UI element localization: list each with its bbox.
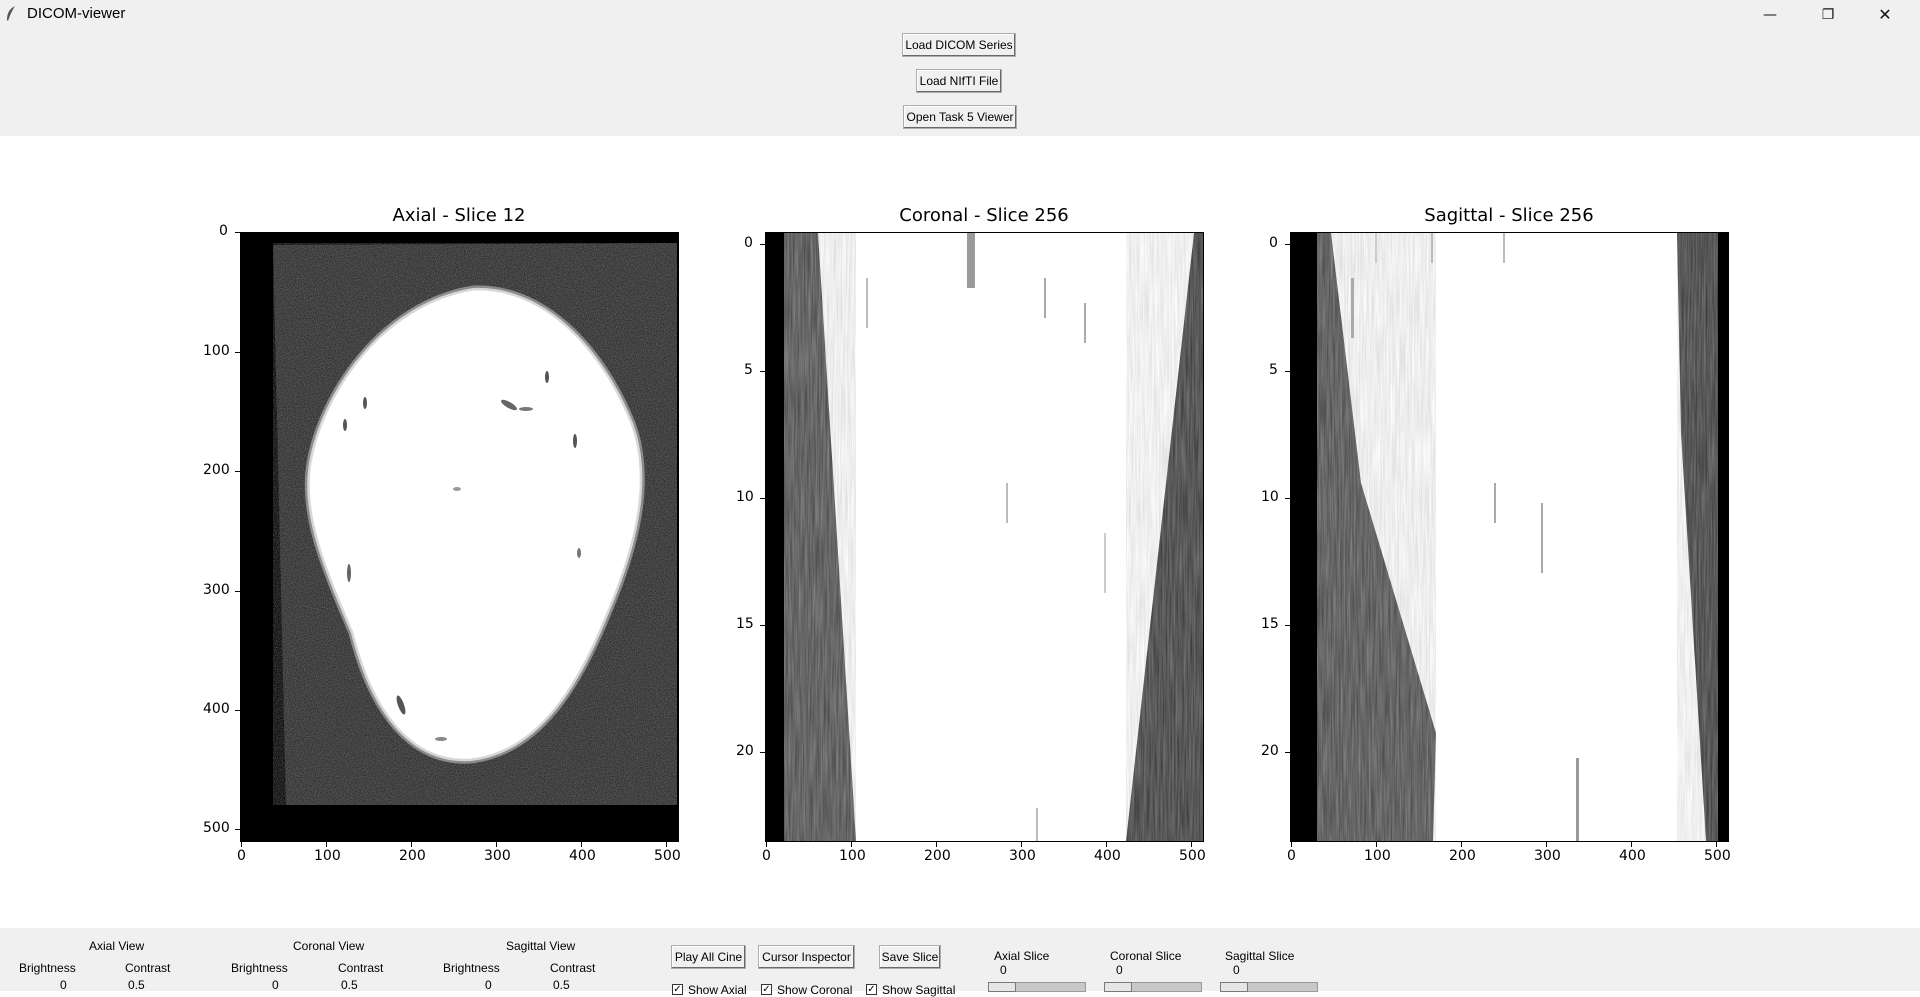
coronal-x-tick: 400 xyxy=(1094,848,1121,864)
sagittal-view-label: Sagittal View xyxy=(506,939,576,953)
sagittal-x-tick: 200 xyxy=(1449,848,1476,864)
show-axial-label: Show Axial xyxy=(688,983,747,997)
sagittal-title: Sagittal - Slice 256 xyxy=(1424,205,1594,226)
sagittal-image[interactable] xyxy=(1290,232,1729,842)
axial-slice-value: 0 xyxy=(1000,963,1007,977)
coronal-slice-render xyxy=(766,233,1203,841)
coronal-x-tick: 500 xyxy=(1179,848,1206,864)
axial-image[interactable] xyxy=(240,232,679,842)
play-all-cine-button[interactable]: Play All Cine xyxy=(671,945,746,969)
coronal-y-tick: 10 xyxy=(736,489,754,505)
coronal-contrast-value[interactable]: 0.5 xyxy=(341,978,358,992)
axial-x-tick: 300 xyxy=(484,848,511,864)
title-bar: DICOM-viewer — ❐ ✕ xyxy=(0,0,1920,29)
axial-y-tick: 300 xyxy=(203,582,230,598)
axial-y-tick: 100 xyxy=(203,343,230,359)
coronal-x-tick: 0 xyxy=(762,848,771,864)
figure-canvas: Axial - Slice 12 0 100 200 300 400 500 0… xyxy=(0,136,1920,928)
load-dicom-button[interactable]: Load DICOM Series xyxy=(902,33,1016,57)
coronal-x-tick: 200 xyxy=(924,848,951,864)
coronal-contrast-label: Contrast xyxy=(338,961,384,975)
coronal-slice-label: Coronal Slice xyxy=(1110,949,1182,963)
axial-view-label: Axial View xyxy=(89,939,145,953)
maximize-button[interactable]: ❐ xyxy=(1805,0,1851,29)
axial-title: Axial - Slice 12 xyxy=(392,205,526,226)
show-coronal-checkbox[interactable]: ✓ xyxy=(761,984,772,995)
cursor-inspector-button[interactable]: Cursor Inspector xyxy=(758,945,855,969)
axial-slice-label: Axial Slice xyxy=(994,949,1050,963)
axial-x-tick: 100 xyxy=(314,848,341,864)
show-axial-checkbox[interactable]: ✓ xyxy=(672,984,683,995)
coronal-y-tick: 5 xyxy=(744,362,753,378)
save-slice-button[interactable]: Save Slice xyxy=(879,945,941,969)
coronal-brightness-value[interactable]: 0 xyxy=(272,978,279,992)
minimize-button[interactable]: — xyxy=(1747,0,1793,29)
axial-x-tick: 200 xyxy=(399,848,426,864)
coronal-slice-value: 0 xyxy=(1116,963,1123,977)
axial-x-tick: 0 xyxy=(237,848,246,864)
axial-y-tick: 400 xyxy=(203,701,230,717)
coronal-title: Coronal - Slice 256 xyxy=(899,205,1069,226)
sagittal-x-tick: 300 xyxy=(1534,848,1561,864)
sagittal-contrast-label: Contrast xyxy=(550,961,596,975)
load-nifti-button[interactable]: Load NIfTI File xyxy=(916,69,1002,93)
axial-slice-render xyxy=(241,233,678,841)
sagittal-x-tick: 400 xyxy=(1619,848,1646,864)
coronal-image[interactable] xyxy=(765,232,1204,842)
coronal-x-tick: 300 xyxy=(1009,848,1036,864)
control-panel: Axial View Brightness 0 Contrast 0.5 Cor… xyxy=(0,928,1920,997)
coronal-brightness-label: Brightness xyxy=(231,961,288,975)
axial-y-tick: 500 xyxy=(203,820,230,836)
coronal-view-label: Coronal View xyxy=(293,939,365,953)
window-title: DICOM-viewer xyxy=(27,5,126,22)
coronal-x-tick: 100 xyxy=(839,848,866,864)
coronal-y-tick: 15 xyxy=(736,616,754,632)
axial-x-tick: 400 xyxy=(569,848,596,864)
axial-y-tick: 200 xyxy=(203,462,230,478)
sagittal-slice-label: Sagittal Slice xyxy=(1225,949,1295,963)
axial-brightness-label: Brightness xyxy=(19,961,76,975)
open-task5-button[interactable]: Open Task 5 Viewer xyxy=(903,105,1017,129)
sagittal-slice-render xyxy=(1291,233,1728,841)
sagittal-y-tick: 15 xyxy=(1261,616,1279,632)
sagittal-y-tick: 5 xyxy=(1269,362,1278,378)
show-sagittal-checkbox[interactable]: ✓ xyxy=(866,984,877,995)
show-sagittal-label: Show Sagittal xyxy=(882,983,956,997)
toolbar: Load DICOM Series Load NIfTI File Open T… xyxy=(0,29,1920,136)
axial-contrast-label: Contrast xyxy=(125,961,171,975)
show-coronal-label: Show Coronal xyxy=(777,983,853,997)
sagittal-brightness-value[interactable]: 0 xyxy=(485,978,492,992)
sagittal-y-tick: 20 xyxy=(1261,743,1279,759)
sagittal-x-tick: 100 xyxy=(1364,848,1391,864)
axial-y-tick: 0 xyxy=(219,223,228,239)
sagittal-y-tick: 10 xyxy=(1261,489,1279,505)
sagittal-slice-value: 0 xyxy=(1233,963,1240,977)
axial-x-tick: 500 xyxy=(654,848,681,864)
sagittal-x-tick: 500 xyxy=(1704,848,1731,864)
axial-brightness-value[interactable]: 0 xyxy=(60,978,67,992)
sagittal-brightness-label: Brightness xyxy=(443,961,500,975)
axial-contrast-value[interactable]: 0.5 xyxy=(128,978,145,992)
coronal-y-tick: 20 xyxy=(736,743,754,759)
coronal-y-tick: 0 xyxy=(744,235,753,251)
sagittal-y-tick: 0 xyxy=(1269,235,1278,251)
sagittal-contrast-value[interactable]: 0.5 xyxy=(553,978,570,992)
sagittal-x-tick: 0 xyxy=(1287,848,1296,864)
feather-icon xyxy=(7,6,15,21)
close-button[interactable]: ✕ xyxy=(1862,0,1908,29)
